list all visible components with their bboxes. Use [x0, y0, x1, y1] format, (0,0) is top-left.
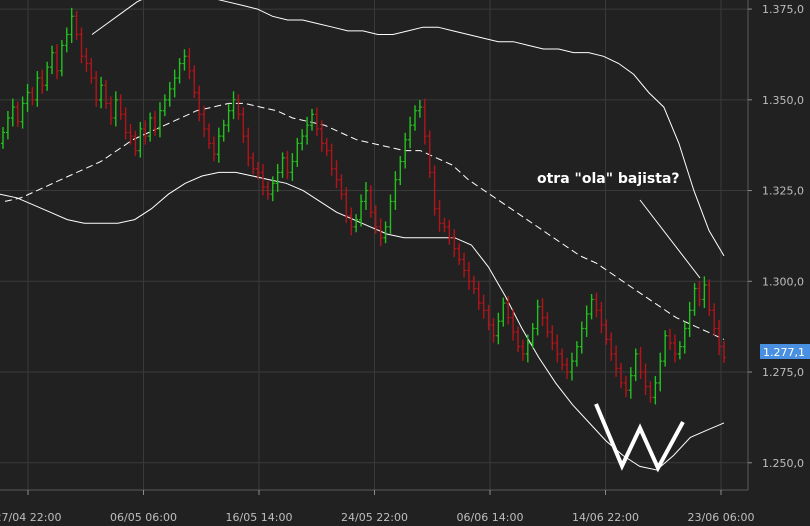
x-tick-label: 06/06 14:00 [457, 511, 524, 524]
x-tick-label: 16/05 14:00 [226, 511, 293, 524]
y-tick-label: 1.300,0 [762, 275, 804, 288]
y-tick-label: 1.250,0 [762, 457, 804, 470]
last-price-tag: 1.277,1 [760, 344, 810, 359]
price-chart[interactable]: 1.375,0 1.350,0 1.325,0 1.300,0 1.275,0 1.250… [0, 0, 810, 526]
x-tick-label: 24/05 22:00 [341, 511, 408, 524]
y-tick-label: 1.325,0 [762, 185, 804, 198]
x-tick-label: 14/06 22:00 [572, 511, 639, 524]
annotation-text: otra "ola" bajista? [537, 171, 680, 187]
y-tick-label: 1.275,0 [762, 366, 804, 379]
x-tick-label: 27/04 22:00 [0, 511, 61, 524]
x-tick-label: 23/06 06:00 [688, 511, 755, 524]
y-tick-label: 1.350,0 [762, 94, 804, 107]
y-tick-label: 1.375,0 [762, 3, 804, 16]
x-tick-label: 06/05 06:00 [110, 511, 177, 524]
last-price-value: 1.277,1 [763, 346, 805, 359]
